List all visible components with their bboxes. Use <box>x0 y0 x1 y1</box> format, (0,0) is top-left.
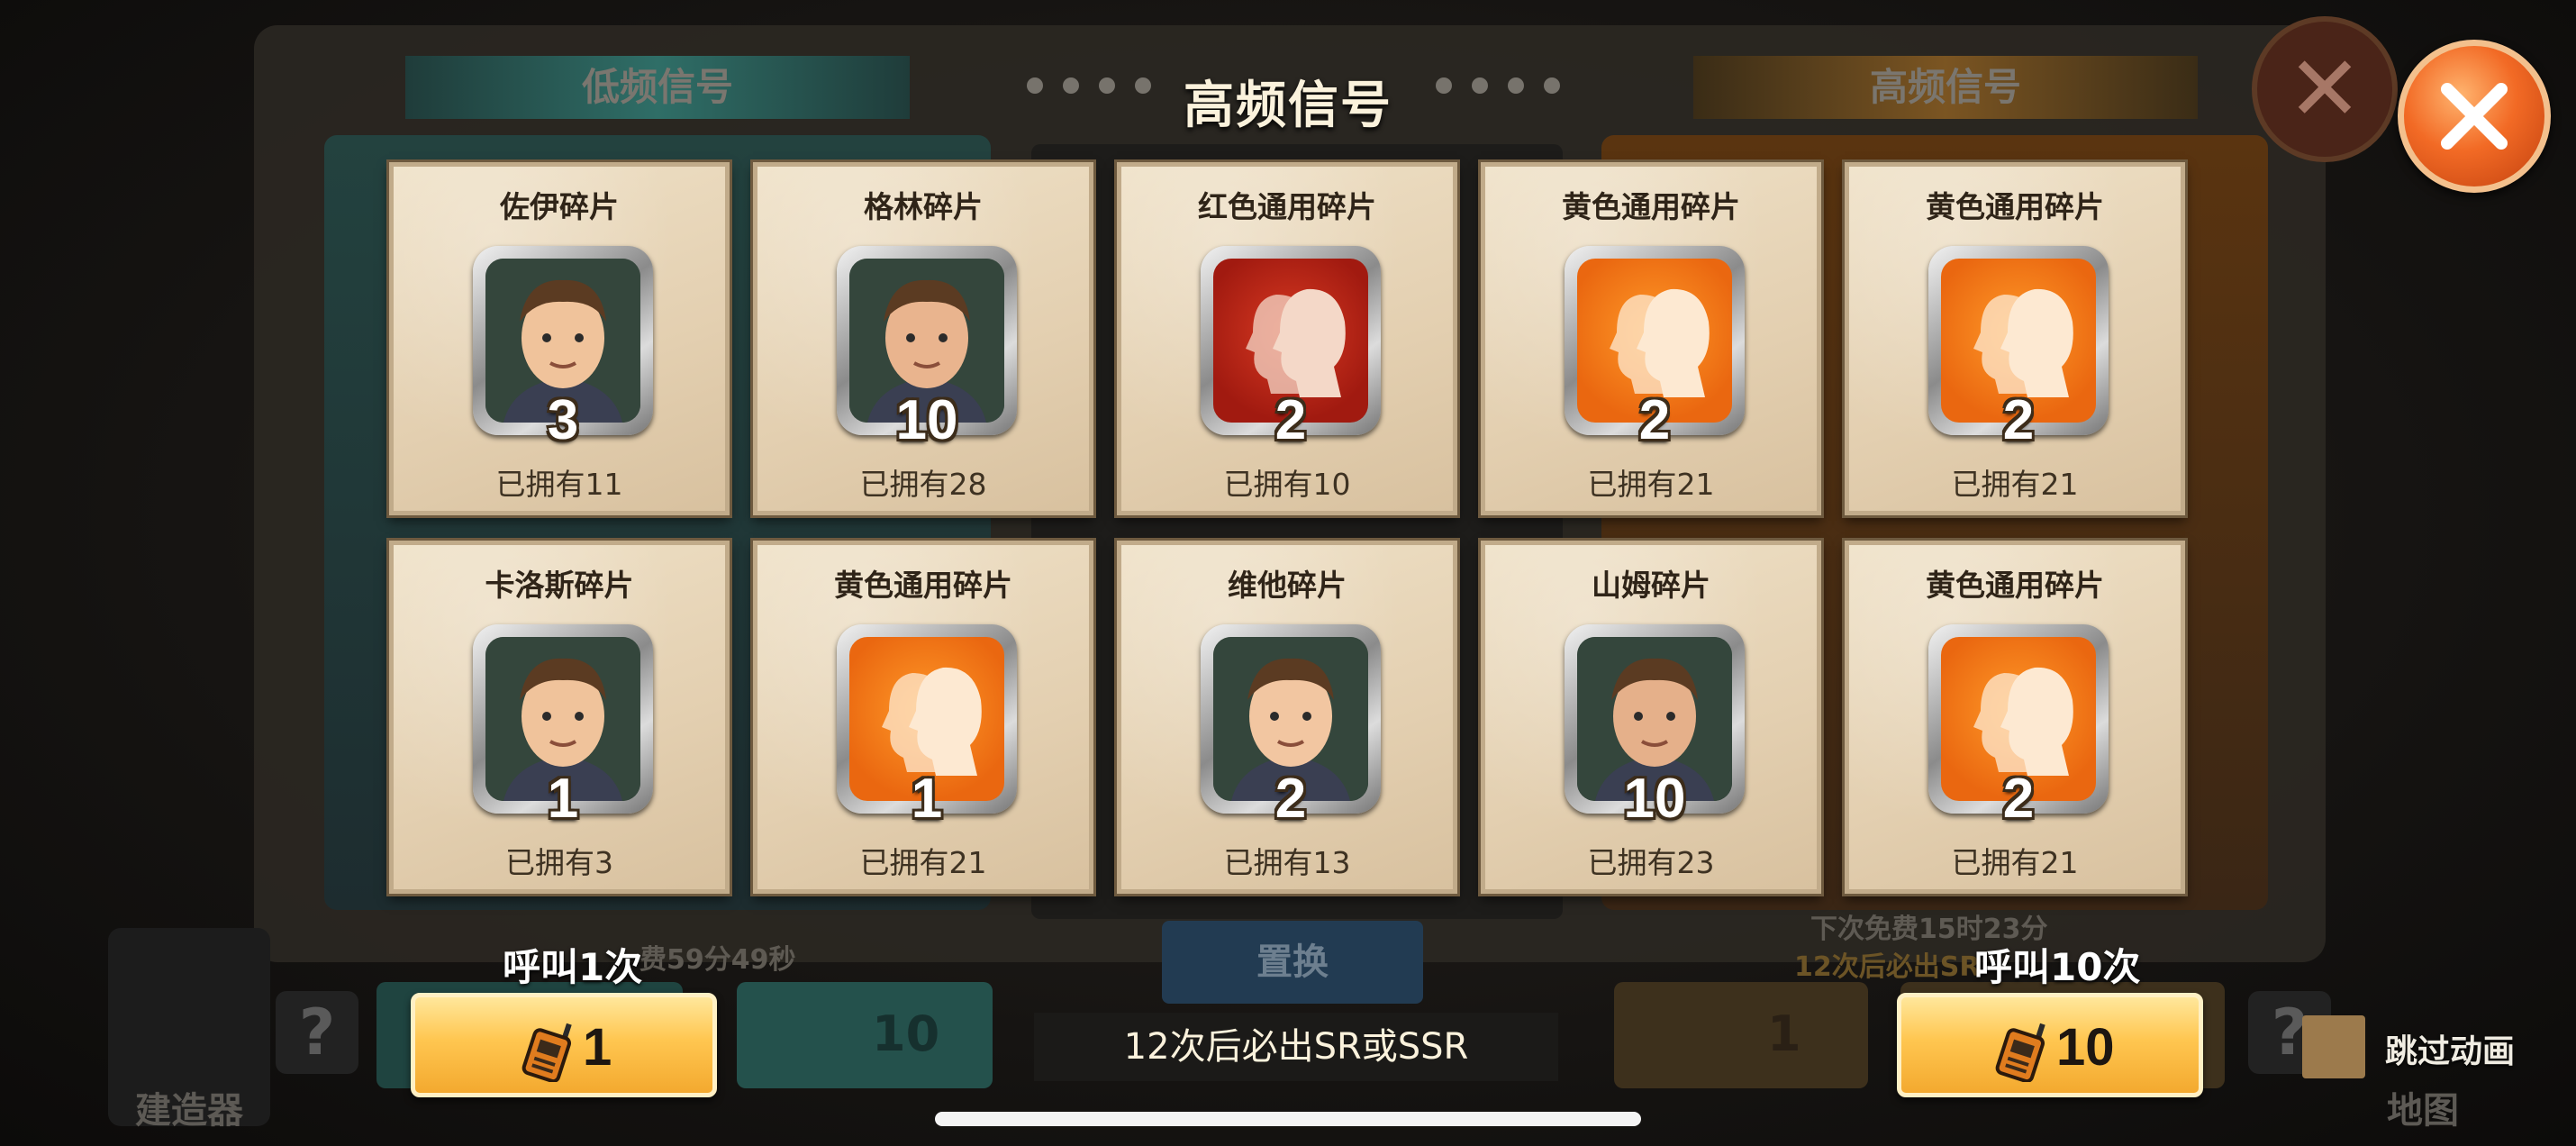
yellow-universal-shard-icon: 1 <box>837 624 1017 830</box>
background-call-once-high: 1 <box>1614 982 1868 1088</box>
skip-animation-checkbox[interactable] <box>2302 1015 2365 1078</box>
call-ten-label: 呼叫10次 <box>1974 945 2141 989</box>
reward-quantity: 2 <box>2002 389 2035 451</box>
reward-name: 黄色通用碎片 <box>1926 189 2104 224</box>
reward-card: 黄色通用碎片 1 已拥有21 <box>753 541 1093 894</box>
yellow-universal-shard-icon: 2 <box>1928 624 2109 830</box>
call-ten-count: 10 <box>2056 1018 2115 1077</box>
reward-quantity: 10 <box>895 389 958 451</box>
home-indicator[interactable] <box>935 1112 1641 1126</box>
skip-animation-label: 跳过动画 <box>2385 1033 2516 1070</box>
reward-name: 维他碎片 <box>1228 568 1347 603</box>
call-once-label: 呼叫1次 <box>503 945 643 989</box>
reward-card: 黄色通用碎片 2 已拥有21 <box>1845 541 2185 894</box>
reward-name: 卡洛斯碎片 <box>485 568 634 603</box>
free-timer-left: 费59分49秒 <box>639 944 796 976</box>
reward-owned-count: 已拥有11 <box>495 467 623 502</box>
reward-card: 格林碎片 10 已拥有28 <box>753 162 1093 515</box>
builder-label: 建造器 <box>135 1090 243 1132</box>
reward-name: 红色通用碎片 <box>1198 189 1376 224</box>
reward-card: 佐伊碎片 3 已拥有11 <box>389 162 730 515</box>
reward-quantity: 2 <box>1274 389 1307 451</box>
yellow-universal-shard-icon: 2 <box>1565 246 1745 451</box>
reward-card: 山姆碎片 10 已拥有23 <box>1481 541 1821 894</box>
reward-owned-count: 已拥有3 <box>505 845 613 880</box>
call-once-button[interactable]: 1 <box>411 993 717 1097</box>
reward-card: 维他碎片 2 已拥有13 <box>1117 541 1457 894</box>
background-call-ten-low: 10 <box>737 982 993 1088</box>
help-icon-left: ? <box>276 991 358 1074</box>
reward-quantity: 10 <box>1623 768 1686 830</box>
reward-owned-count: 已拥有28 <box>859 467 987 502</box>
zoe-portrait-icon: 3 <box>473 246 653 451</box>
reward-owned-count: 已拥有13 <box>1223 845 1351 880</box>
reward-card: 黄色通用碎片 2 已拥有21 <box>1845 162 2185 515</box>
call-once-count: 1 <box>583 1018 612 1077</box>
close-button[interactable] <box>2398 40 2551 193</box>
reward-quantity: 2 <box>1274 768 1307 830</box>
reward-card: 黄色通用碎片 2 已拥有21 <box>1481 162 1821 515</box>
vita-portrait-icon: 2 <box>1201 624 1381 830</box>
reward-name: 黄色通用碎片 <box>1926 568 2104 603</box>
reward-card: 红色通用碎片 2 已拥有10 <box>1117 162 1457 515</box>
walkie-talkie-icon <box>1995 1023 2045 1082</box>
reward-name: 佐伊碎片 <box>500 189 619 224</box>
yellow-universal-shard-icon: 2 <box>1928 246 2109 451</box>
reward-name: 黄色通用碎片 <box>1562 189 1740 224</box>
green-portrait-icon: 10 <box>837 246 1017 451</box>
reward-quantity: 2 <box>2002 768 2035 830</box>
background-call-ten-low-count: 10 <box>872 1005 940 1062</box>
reward-quantity: 1 <box>911 768 943 830</box>
map-label: 地图 <box>2387 1090 2459 1132</box>
swap-button: 置换 <box>1162 921 1423 1004</box>
red-universal-shard-icon: 2 <box>1201 246 1381 451</box>
reward-quantity: 1 <box>547 768 579 830</box>
reward-owned-count: 已拥有21 <box>1587 467 1715 502</box>
background-call-once-high-count: 1 <box>1767 1005 1801 1062</box>
reward-name: 山姆碎片 <box>1592 568 1710 603</box>
reward-name: 格林碎片 <box>864 189 983 224</box>
reward-quantity: 3 <box>547 389 579 451</box>
call-ten-button[interactable]: 10 <box>1897 993 2203 1097</box>
carlos-portrait-icon: 1 <box>473 624 653 830</box>
reward-owned-count: 已拥有23 <box>1587 845 1715 880</box>
walkie-talkie-icon <box>522 1023 572 1082</box>
guarantee-text: 12次后必出SR或SSR <box>1034 1013 1558 1081</box>
reward-quantity: 2 <box>1638 389 1671 451</box>
reward-name: 黄色通用碎片 <box>834 568 1012 603</box>
reward-card: 卡洛斯碎片 1 已拥有3 <box>389 541 730 894</box>
reward-owned-count: 已拥有21 <box>1951 845 2079 880</box>
reward-owned-count: 已拥有21 <box>859 845 987 880</box>
dialog-title: 高频信号 <box>1184 77 1392 135</box>
reward-owned-count: 已拥有21 <box>1951 467 2079 502</box>
guarantee-right: 12次后必出SR <box>1794 951 1981 983</box>
sam-portrait-icon: 10 <box>1565 624 1745 830</box>
reward-owned-count: 已拥有10 <box>1223 467 1351 502</box>
close-icon <box>2441 83 2508 150</box>
